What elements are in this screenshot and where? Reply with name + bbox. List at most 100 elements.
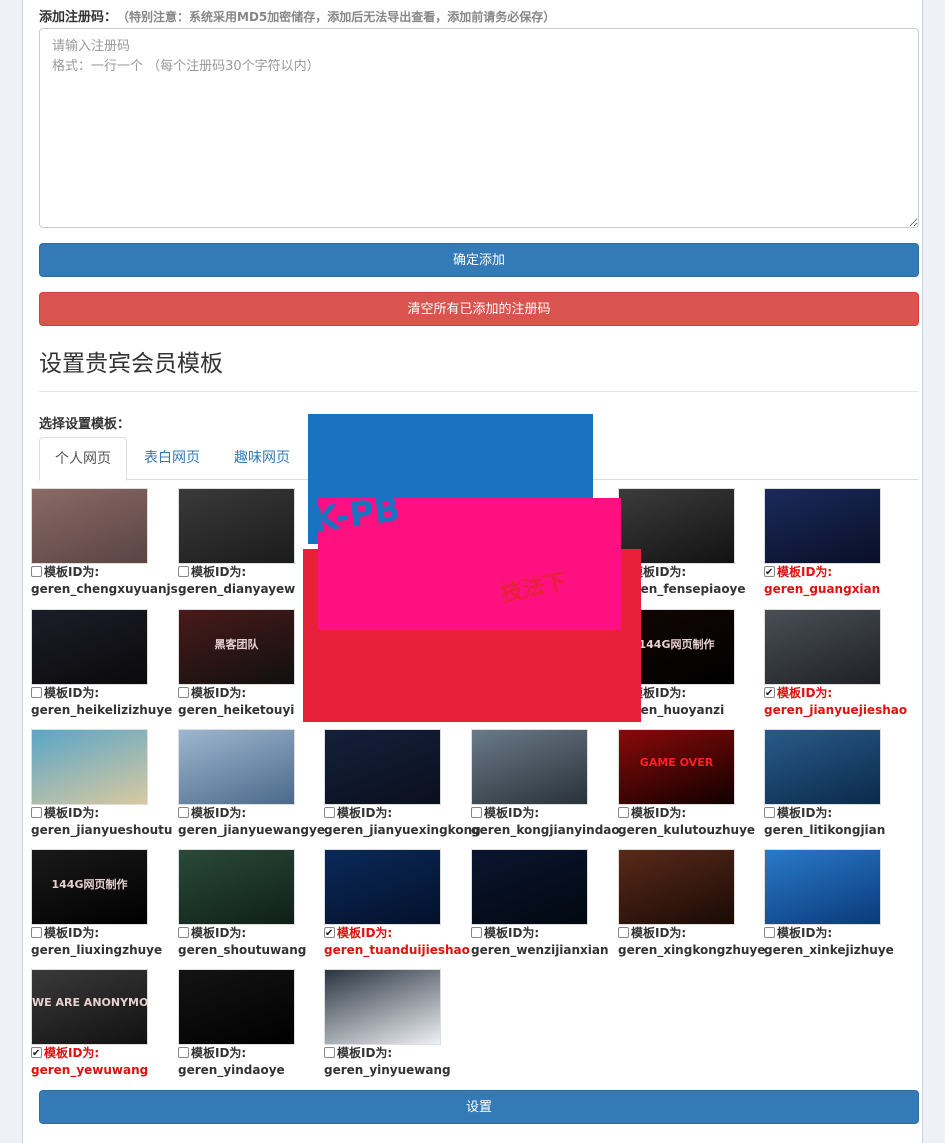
- tab-confession[interactable]: 表白网页: [129, 437, 215, 480]
- template-checkbox[interactable]: [31, 687, 42, 698]
- template-tile: 模板ID为: geren_wenzijianxian: [471, 849, 611, 959]
- template-checkbox[interactable]: [324, 1047, 335, 1058]
- template-id-prefix: 模板ID为:: [44, 565, 100, 579]
- template-thumbnail[interactable]: [31, 609, 148, 685]
- template-thumbnail[interactable]: [178, 969, 295, 1045]
- template-checkbox-label[interactable]: 模板ID为:: [31, 564, 171, 581]
- template-id-prefix: 模板ID为:: [191, 926, 247, 940]
- tab-fun[interactable]: 趣味网页: [219, 437, 305, 480]
- template-thumbnail[interactable]: [324, 969, 441, 1045]
- template-thumbnail[interactable]: [764, 488, 881, 564]
- set-template-button[interactable]: 设置: [39, 1090, 919, 1124]
- template-tile: 模板ID为: geren_yinyuewang: [324, 969, 464, 1079]
- template-thumbnail[interactable]: 144G网页制作: [31, 849, 148, 925]
- template-id: geren_jianyueshoutu: [31, 823, 173, 837]
- template-id: geren_xinkejizhuye: [764, 943, 894, 957]
- template-thumbnail[interactable]: [31, 488, 148, 564]
- template-id: geren_heiketouyi: [178, 703, 295, 717]
- template-id-prefix: 模板ID为:: [631, 806, 687, 820]
- clear-codes-button[interactable]: 清空所有已添加的注册码: [39, 292, 919, 326]
- template-checkbox-label[interactable]: 模板ID为:: [324, 925, 464, 942]
- template-id: geren_tuanduijieshao: [324, 943, 470, 957]
- template-checkbox-label[interactable]: 模板ID为:: [178, 564, 318, 581]
- template-tile: GAME OVER 模板ID为: geren_kulutouzhuye: [618, 729, 758, 839]
- template-id-prefix: 模板ID为:: [44, 686, 100, 700]
- template-checkbox-label[interactable]: 模板ID为:: [764, 685, 904, 702]
- template-thumbnail[interactable]: [324, 849, 441, 925]
- template-checkbox[interactable]: [178, 566, 189, 577]
- template-checkbox[interactable]: [764, 927, 775, 938]
- template-id-prefix: 模板ID为:: [484, 806, 540, 820]
- register-codes-textarea[interactable]: [39, 28, 919, 228]
- template-checkbox-label[interactable]: 模板ID为:: [324, 805, 464, 822]
- template-checkbox[interactable]: [618, 807, 629, 818]
- template-tile: 模板ID为: geren_kongjianyindao: [471, 729, 620, 839]
- template-thumbnail[interactable]: [178, 488, 295, 564]
- section-title: 设置贵宾会员模板: [39, 351, 223, 377]
- template-thumbnail[interactable]: [324, 729, 441, 805]
- template-thumbnail[interactable]: [764, 609, 881, 685]
- template-thumbnail[interactable]: [764, 849, 881, 925]
- template-checkbox[interactable]: [764, 685, 775, 702]
- template-thumbnail[interactable]: [471, 849, 588, 925]
- template-thumbnail[interactable]: [178, 849, 295, 925]
- template-checkbox-label[interactable]: 模板ID为:: [764, 805, 904, 822]
- template-tile: 模板ID为: geren_jianyuejieshao: [764, 609, 907, 719]
- template-checkbox-label[interactable]: 模板ID为:: [324, 1045, 464, 1062]
- template-id: geren_yindaoye: [178, 1063, 285, 1077]
- template-checkbox-label[interactable]: 模板ID为:: [471, 805, 611, 822]
- template-thumbnail[interactable]: WE ARE ANONYMOUS: [31, 969, 148, 1045]
- template-checkbox[interactable]: [471, 927, 482, 938]
- template-checkbox[interactable]: [178, 927, 189, 938]
- template-checkbox-label[interactable]: 模板ID为:: [31, 685, 171, 702]
- template-tile: 144G网页制作 模板ID为: geren_liuxingzhuye: [31, 849, 171, 959]
- template-checkbox[interactable]: [764, 807, 775, 818]
- template-id-prefix: 模板ID为:: [191, 806, 247, 820]
- template-checkbox-label[interactable]: 模板ID为:: [31, 1045, 171, 1062]
- thumbnail-caption: GAME OVER: [639, 756, 714, 769]
- confirm-add-button[interactable]: 确定添加: [39, 243, 919, 277]
- template-checkbox[interactable]: [471, 807, 482, 818]
- template-thumbnail[interactable]: 黑客团队: [178, 609, 295, 685]
- template-checkbox-label[interactable]: 模板ID为:: [178, 685, 318, 702]
- template-thumbnail[interactable]: [618, 849, 735, 925]
- template-checkbox-label[interactable]: 模板ID为:: [764, 925, 904, 942]
- template-thumbnail[interactable]: [31, 729, 148, 805]
- template-checkbox[interactable]: [31, 927, 42, 938]
- template-checkbox[interactable]: [178, 687, 189, 698]
- template-checkbox-label[interactable]: 模板ID为:: [471, 925, 611, 942]
- template-id-prefix: 模板ID为:: [44, 926, 100, 940]
- template-tile: 模板ID为: geren_heikelizizhuye: [31, 609, 172, 719]
- template-checkbox[interactable]: [31, 807, 42, 818]
- template-checkbox-label[interactable]: 模板ID为:: [178, 1045, 318, 1062]
- template-thumbnail[interactable]: GAME OVER: [618, 729, 735, 805]
- template-checkbox[interactable]: [31, 566, 42, 577]
- template-id: geren_jianyuewangye: [178, 823, 325, 837]
- template-checkbox[interactable]: [324, 807, 335, 818]
- template-checkbox-label[interactable]: 模板ID为:: [31, 805, 171, 822]
- template-id: geren_dianyayew: [178, 582, 296, 596]
- template-checkbox[interactable]: [178, 1047, 189, 1058]
- template-thumbnail[interactable]: [178, 729, 295, 805]
- template-id-prefix: 模板ID为:: [44, 806, 100, 820]
- template-checkbox-label[interactable]: 模板ID为:: [178, 805, 318, 822]
- tab-personal[interactable]: 个人网页: [39, 437, 127, 481]
- template-checkbox-label[interactable]: 模板ID为:: [764, 564, 904, 581]
- template-checkbox-label[interactable]: 模板ID为:: [178, 925, 318, 942]
- template-checkbox[interactable]: [324, 925, 335, 942]
- template-checkbox[interactable]: [31, 1045, 42, 1062]
- template-thumbnail[interactable]: [471, 729, 588, 805]
- template-checkbox[interactable]: [764, 564, 775, 581]
- template-checkbox-label[interactable]: 模板ID为:: [31, 925, 171, 942]
- template-checkbox[interactable]: [178, 807, 189, 818]
- template-checkbox[interactable]: [618, 927, 629, 938]
- template-thumbnail[interactable]: [764, 729, 881, 805]
- template-id: geren_shoutuwang: [178, 943, 307, 957]
- template-tile: 模板ID为: geren_yindaoye: [178, 969, 318, 1079]
- template-checkbox-label[interactable]: 模板ID为:: [618, 805, 758, 822]
- choose-template-label: 选择设置模板：: [39, 417, 131, 432]
- template-checkbox-label[interactable]: 模板ID为:: [618, 925, 758, 942]
- template-id: geren_guangxian: [764, 582, 881, 596]
- template-id: geren_chengxuyuanjs: [31, 582, 178, 596]
- divider: [39, 391, 919, 392]
